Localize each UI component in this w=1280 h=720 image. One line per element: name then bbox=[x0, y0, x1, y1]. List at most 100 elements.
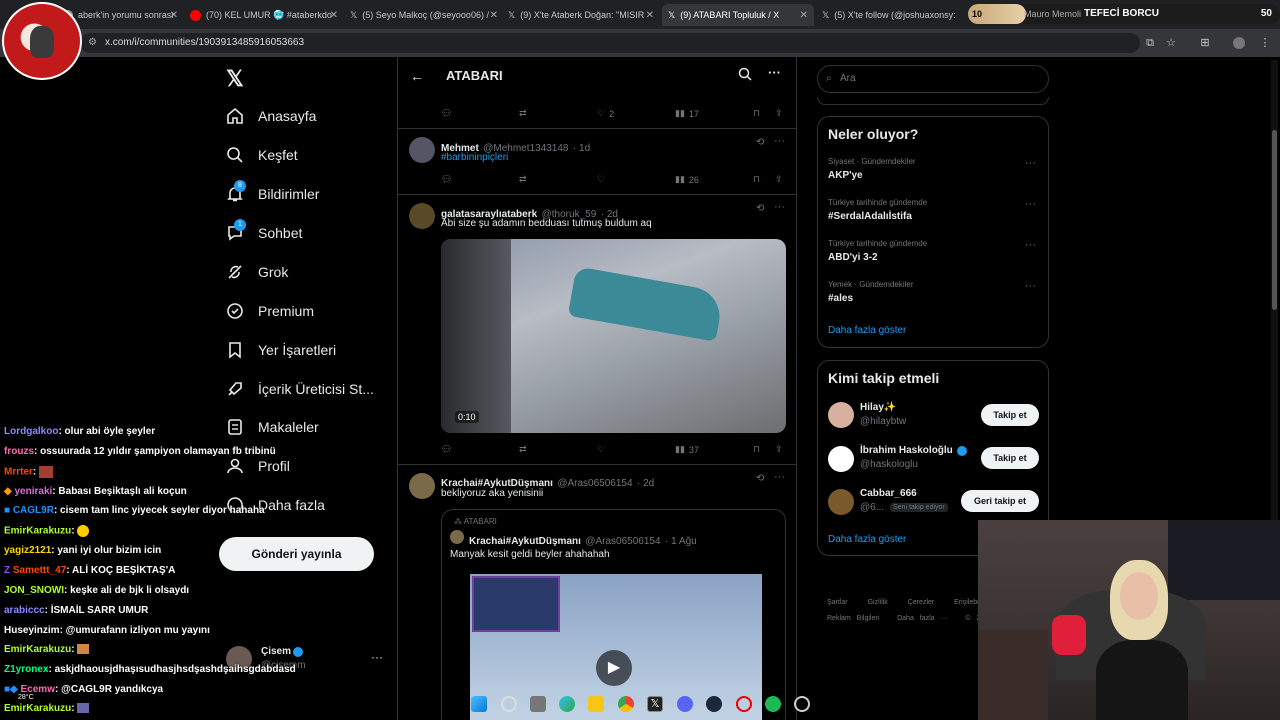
reply-icon[interactable]: 💬︎ bbox=[441, 174, 452, 185]
site-info-icon[interactable]: ⚙ bbox=[88, 33, 97, 53]
nav-explore[interactable]: Keşfet bbox=[226, 140, 298, 170]
nav-chat[interactable]: 1 Sohbet bbox=[226, 218, 302, 248]
grok-icon[interactable]: ⟲ bbox=[756, 137, 764, 148]
play-icon[interactable]: ▶ bbox=[596, 650, 632, 686]
account-menu-icon[interactable]: ··· bbox=[371, 650, 383, 664]
avatar[interactable] bbox=[409, 137, 435, 163]
x-home-logo-icon[interactable]: 𝕏 bbox=[226, 66, 244, 92]
file-explorer-icon[interactable] bbox=[588, 696, 604, 712]
share-icon[interactable]: ⇪ bbox=[775, 444, 783, 455]
steam-icon[interactable] bbox=[706, 696, 722, 712]
nav-notifications[interactable]: 8 Bildirimler bbox=[226, 179, 319, 209]
edge-icon[interactable] bbox=[559, 696, 575, 712]
like-button[interactable]: ♡ 2 bbox=[597, 108, 614, 119]
follow-button[interactable]: Takip et bbox=[981, 447, 1039, 469]
follow-back-button[interactable]: Geri takip et bbox=[961, 490, 1039, 512]
close-tab-icon[interactable]: ✕ bbox=[800, 10, 808, 21]
trend-item[interactable]: AKP'ye bbox=[828, 170, 863, 181]
profile-avatar[interactable] bbox=[1233, 37, 1245, 49]
feed-header: ← ATABARI ··· bbox=[398, 57, 796, 99]
scrollbar-thumb[interactable] bbox=[1272, 130, 1277, 310]
more-options-icon[interactable]: ··· bbox=[1025, 239, 1036, 251]
install-app-icon[interactable]: ⧉ bbox=[1144, 37, 1156, 49]
trend-item[interactable]: ABD'yi 3-2 bbox=[828, 252, 878, 263]
nav-creator-studio[interactable]: İçerik Üreticisi St... bbox=[226, 374, 374, 404]
reply-icon[interactable]: 💬︎ bbox=[441, 108, 452, 119]
opera-icon[interactable] bbox=[736, 696, 752, 712]
close-tab-icon[interactable]: ✕ bbox=[330, 10, 338, 21]
bookmark-icon[interactable]: ⊓ bbox=[753, 174, 760, 185]
more-options-icon[interactable]: ··· bbox=[774, 471, 785, 483]
avatar[interactable] bbox=[409, 203, 435, 229]
repost-icon[interactable]: ⇄ bbox=[519, 108, 527, 119]
search-input[interactable]: ⌕ Ara bbox=[817, 65, 1049, 93]
wall-jersey-shape bbox=[1168, 520, 1280, 600]
task-view-icon[interactable] bbox=[530, 696, 546, 712]
show-more-link[interactable]: Daha fazla göster bbox=[828, 534, 906, 545]
extensions-icon[interactable]: ⊞ bbox=[1199, 37, 1211, 49]
like-icon[interactable]: ♡ bbox=[597, 444, 605, 455]
more-options-icon[interactable]: ··· bbox=[768, 65, 781, 80]
more-options-icon[interactable]: ··· bbox=[1025, 198, 1036, 210]
post-button[interactable]: Gönderi yayınla bbox=[219, 537, 374, 571]
bookmark-icon[interactable]: ⊓ bbox=[753, 108, 760, 119]
address-bar[interactable]: ⚙ x.com/i/communities/190391348591605366… bbox=[80, 33, 1140, 53]
hashtag-link[interactable]: #barbininpiçleri bbox=[441, 152, 508, 163]
nav-articles[interactable]: Makaleler bbox=[226, 412, 319, 442]
bookmark-icon[interactable]: ⊓ bbox=[753, 444, 760, 455]
desk-shape bbox=[978, 630, 1048, 720]
repost-icon[interactable]: ⇄ bbox=[519, 174, 527, 185]
browser-tab[interactable]: aberk'in yorumu sonrası ✕ bbox=[62, 4, 180, 26]
close-tab-icon[interactable]: ✕ bbox=[646, 10, 654, 21]
browser-menu-icon[interactable]: ⋮ bbox=[1259, 37, 1271, 49]
footer-links: Şartlar Gizlilik Çerezler Erişilebilir bbox=[827, 599, 985, 606]
more-options-icon[interactable]: ··· bbox=[1025, 280, 1036, 292]
trend-item[interactable]: #ales bbox=[828, 293, 853, 304]
browser-tab[interactable]: 𝕏 (9) X'te Ataberk Doğan: "MISIR ✕ bbox=[508, 4, 656, 26]
browser-tab[interactable]: 𝕏 (5) Seyo Malkoç (@seyooo06) / ✕ bbox=[350, 4, 500, 26]
chrome-icon[interactable] bbox=[618, 696, 634, 712]
avatar[interactable] bbox=[828, 402, 854, 428]
spotify-icon[interactable] bbox=[765, 696, 781, 712]
video-player[interactable]: 0:10 bbox=[441, 239, 786, 433]
browser-tab[interactable]: (70) KEL UMUR 🥶 #ataberkdo ✕ bbox=[190, 4, 340, 26]
bookmark-star-icon[interactable]: ☆ bbox=[1165, 37, 1177, 49]
more-options-icon[interactable]: ··· bbox=[1025, 157, 1036, 169]
x-app-icon[interactable]: 𝕏 bbox=[647, 696, 663, 712]
views-button[interactable]: ▮▮ 26 bbox=[675, 174, 699, 185]
back-arrow-icon[interactable]: ← bbox=[410, 68, 424, 84]
repost-icon[interactable]: ⇄ bbox=[519, 444, 527, 455]
reply-icon[interactable]: 💬︎ bbox=[441, 444, 452, 455]
close-tab-icon[interactable]: ✕ bbox=[490, 10, 498, 21]
avatar[interactable] bbox=[828, 489, 854, 515]
discord-icon[interactable] bbox=[677, 696, 693, 712]
chat-message: ■ CAGL9R: cisem tam linc yiyecek seyler … bbox=[4, 505, 265, 516]
close-tab-icon[interactable]: ✕ bbox=[170, 10, 178, 21]
grok-icon[interactable]: ⟲ bbox=[756, 203, 764, 214]
follow-button[interactable]: Takip et bbox=[981, 404, 1039, 426]
youtube-icon bbox=[190, 9, 201, 21]
more-options-icon[interactable]: ··· bbox=[774, 135, 785, 147]
nav-home[interactable]: Anasayfa bbox=[226, 101, 316, 131]
nav-premium[interactable]: Premium bbox=[226, 296, 314, 326]
app-icon[interactable] bbox=[794, 696, 810, 712]
views-button[interactable]: ▮▮ 17 bbox=[675, 108, 699, 119]
show-more-link[interactable]: Daha fazla göster bbox=[828, 325, 906, 336]
nav-bookmarks[interactable]: Yer İşaretleri bbox=[226, 335, 336, 365]
chat-message: arabiccc: İSMAİL SARR UMUR bbox=[4, 605, 149, 616]
views-button[interactable]: ▮▮ 37 bbox=[675, 444, 699, 455]
grok-icon[interactable]: ⟲ bbox=[756, 473, 764, 484]
nav-grok[interactable]: Grok bbox=[226, 257, 288, 287]
search-icon[interactable] bbox=[501, 696, 517, 712]
trend-item[interactable]: #SerdalAdalıİstifa bbox=[828, 211, 912, 222]
avatar[interactable] bbox=[409, 473, 435, 499]
more-options-icon[interactable]: ··· bbox=[774, 201, 785, 213]
search-icon[interactable] bbox=[738, 67, 752, 86]
browser-tab[interactable]: 𝕏 (5) X'te follow (@joshuaxonsy: bbox=[822, 4, 968, 26]
like-icon[interactable]: ♡ bbox=[597, 174, 605, 185]
avatar[interactable] bbox=[828, 446, 854, 472]
browser-tab-active[interactable]: 𝕏 (9) ATABARI Topluluk / X ✕ bbox=[662, 4, 814, 26]
share-icon[interactable]: ⇪ bbox=[775, 174, 783, 185]
share-icon[interactable]: ⇪ bbox=[775, 108, 783, 119]
windows-start-icon[interactable] bbox=[471, 696, 487, 712]
